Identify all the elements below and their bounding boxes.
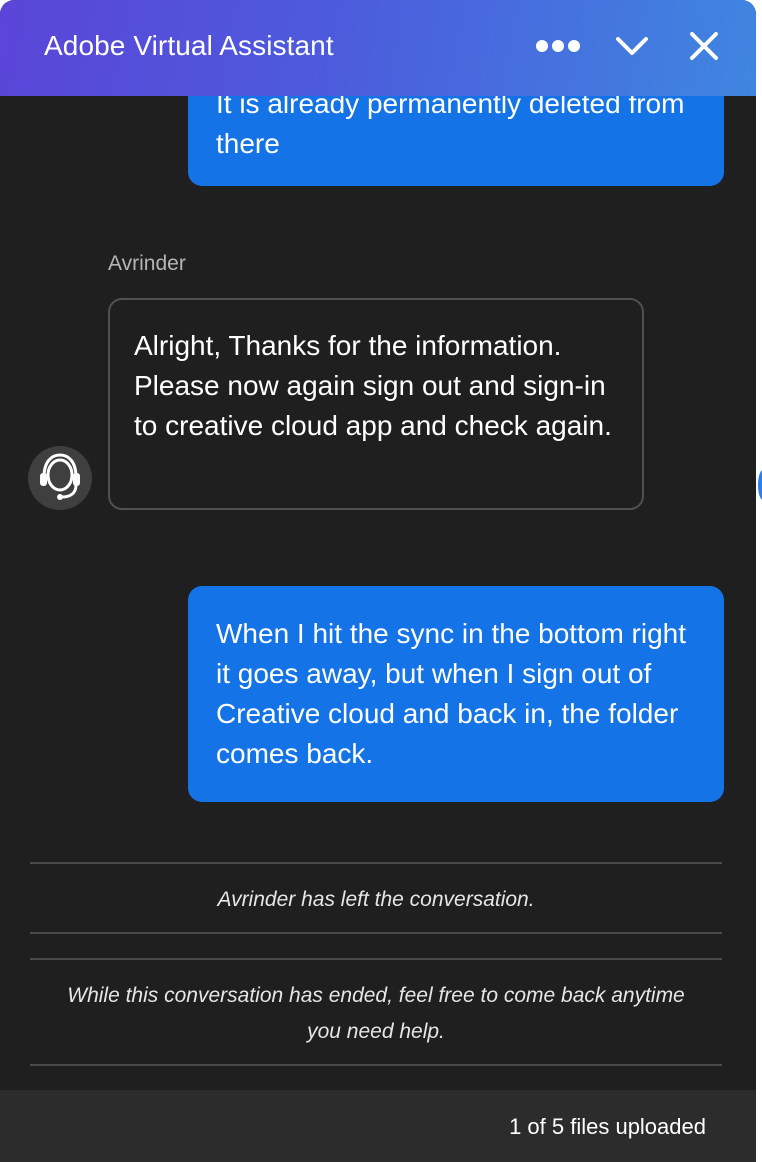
divider <box>30 862 722 864</box>
divider <box>30 1064 722 1066</box>
chat-transcript[interactable]: It is already permanently deleted from t… <box>0 96 756 1090</box>
assistant-window: Adobe Virtual Assistant It is already pe… <box>0 0 756 1162</box>
divider <box>30 958 722 960</box>
user-message: It is already permanently deleted from t… <box>188 96 724 186</box>
chevron-down-icon <box>615 35 649 62</box>
chat-footer: 1 of 5 files uploaded <box>0 1090 756 1162</box>
divider <box>30 932 722 934</box>
agent-avatar <box>28 446 92 510</box>
agent-left-notice: Avrinder has left the conversation. <box>217 888 535 911</box>
user-message: When I hit the sync in the bottom right … <box>188 586 724 802</box>
collapse-button[interactable] <box>608 24 656 72</box>
upload-status: 1 of 5 files uploaded <box>509 1114 706 1139</box>
headset-support-icon <box>36 451 84 506</box>
close-icon <box>689 31 719 66</box>
scroll-indicator <box>758 470 762 500</box>
agent-message: Alright, Thanks for the information. Ple… <box>108 298 644 510</box>
close-button[interactable] <box>680 24 728 72</box>
agent-name: Avrinder <box>108 252 186 275</box>
more-horizontal-icon <box>535 39 581 58</box>
more-options-button[interactable] <box>534 24 582 72</box>
assistant-header: Adobe Virtual Assistant <box>0 0 756 96</box>
assistant-title: Adobe Virtual Assistant <box>44 30 334 61</box>
conversation-ended-notice: While this conversation has ended, feel … <box>67 984 685 1043</box>
